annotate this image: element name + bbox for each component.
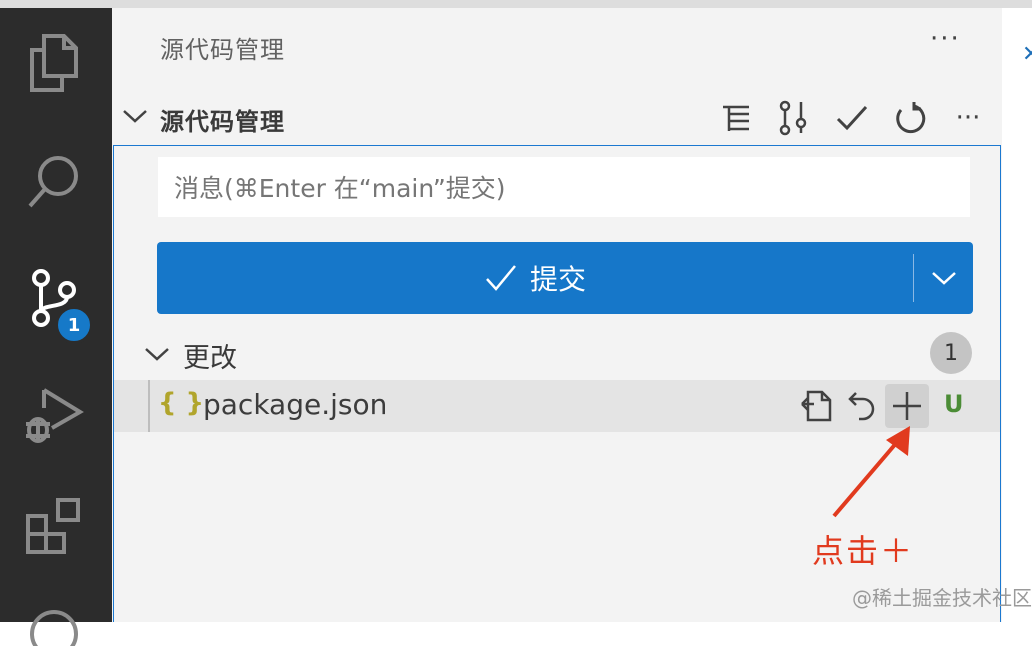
search-icon[interactable] [22, 150, 86, 214]
run-debug-icon[interactable] [22, 384, 86, 448]
explorer-icon[interactable] [22, 30, 86, 94]
commit-message-input[interactable]: 消息(⌘Enter 在“main”提交) [158, 157, 970, 217]
file-name[interactable]: package.json [203, 388, 387, 421]
changes-count-badge: 1 [930, 332, 972, 374]
section-more-button[interactable]: ··· [948, 96, 988, 140]
commit-check-icon [486, 265, 516, 291]
changes-chevron-icon[interactable] [144, 344, 170, 368]
commit-button[interactable]: 提交 [157, 242, 973, 314]
chevron-down-icon [932, 272, 956, 285]
branch-icon[interactable] [773, 96, 813, 140]
window-top-strip [0, 0, 1032, 8]
annotation-arrow-icon [832, 426, 910, 518]
changes-title: 更改 [183, 343, 237, 374]
watermark: @稀土掘金技术社区 [852, 586, 1032, 610]
activity-bar: 1 [0, 8, 112, 646]
tree-indent-guide [148, 380, 150, 432]
annotation-text: 点击＋ [812, 532, 915, 570]
section-chevron-icon[interactable] [122, 106, 148, 130]
editor-edge: ✕ [1002, 8, 1032, 622]
commit-dropdown-button[interactable] [915, 242, 973, 314]
view-title: 源代码管理 [160, 36, 285, 64]
refresh-icon[interactable] [890, 96, 930, 140]
view-more-button[interactable]: ··· [930, 24, 961, 54]
commit-check-icon[interactable] [832, 96, 872, 140]
account-icon[interactable] [22, 594, 86, 658]
plus-icon [893, 392, 921, 420]
source-control-badge: 1 [55, 306, 93, 344]
extensions-icon[interactable] [22, 494, 86, 558]
commit-button-label: 提交 [529, 263, 586, 296]
section-title: 源代码管理 [160, 108, 285, 136]
view-as-tree-icon[interactable] [716, 96, 756, 140]
untracked-status-badge: U [944, 390, 964, 418]
close-icon[interactable]: ✕ [1022, 42, 1032, 67]
commit-button-main[interactable]: 提交 [157, 242, 913, 314]
json-file-icon: { } [158, 388, 205, 418]
commit-button-separator [913, 254, 914, 302]
